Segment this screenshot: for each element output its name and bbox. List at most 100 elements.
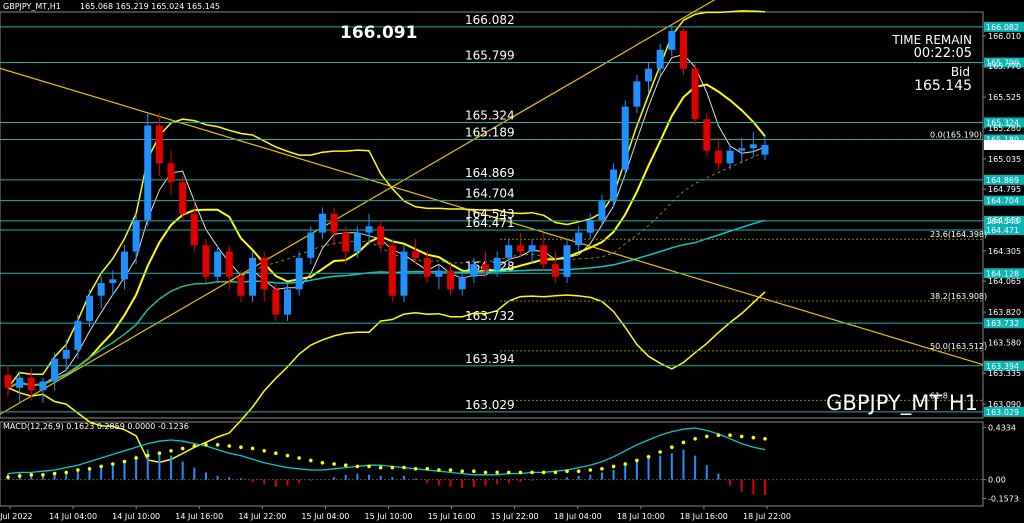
- x-tick-label: 14 Jul 04:00: [49, 512, 97, 521]
- candle-body: [505, 245, 513, 258]
- candle-body: [51, 358, 59, 382]
- macd-signal-dot: [495, 470, 499, 475]
- macd-signal-dot: [285, 453, 290, 458]
- candle-body: [563, 245, 571, 277]
- macd-signal-dot: [553, 470, 558, 475]
- candle-body: [738, 148, 746, 151]
- fib-label: 38.2(163.908): [930, 292, 987, 301]
- bid-label: Bid: [951, 65, 970, 79]
- level-tag-text: 164.704: [986, 197, 1019, 206]
- macd-signal-dot: [76, 468, 80, 472]
- level-label: 163.394: [465, 352, 515, 366]
- candle-body: [714, 150, 722, 164]
- y-tick-label: 165.280: [988, 124, 1021, 133]
- macd-signal-dot: [52, 471, 57, 476]
- level-label: 164.869: [465, 166, 515, 180]
- x-tick-label: 15 Jul 04:00: [301, 512, 349, 521]
- macd-signal-dot: [448, 468, 453, 472]
- candle-body: [190, 213, 198, 246]
- macd-signal-dot: [29, 473, 34, 477]
- macd-signal-dot: [646, 455, 651, 459]
- x-tick-label: 18 Jul 04:00: [554, 512, 602, 521]
- candle-body: [365, 226, 373, 233]
- x-tick-label: 15 Jul 10:00: [365, 512, 413, 521]
- macd-signal-dot: [250, 446, 255, 451]
- candle-body: [516, 245, 524, 252]
- candle-body: [342, 232, 350, 252]
- macd-signal-dot: [763, 437, 767, 441]
- candle-body: [703, 119, 711, 151]
- macd-signal-dot: [530, 470, 534, 475]
- macd-signal-dot: [99, 464, 103, 469]
- y-tick-label: 164.065: [988, 277, 1021, 286]
- y-tick-label: 164.305: [988, 247, 1021, 256]
- macd-signal-dot: [693, 437, 697, 441]
- candle-body: [249, 257, 257, 296]
- macd-signal-dot: [343, 463, 348, 468]
- x-tick-label: 15 Jul 16:00: [428, 512, 476, 521]
- level-label: 163.029: [465, 398, 515, 412]
- y-tick-label: 164.550: [988, 216, 1021, 225]
- candle-body: [633, 81, 641, 107]
- candle-body: [295, 257, 303, 290]
- macd-y-tick-label: -0.1573: [988, 494, 1019, 503]
- candle-body: [435, 270, 443, 277]
- candle-body: [575, 232, 583, 246]
- macd-signal-dot: [472, 469, 476, 474]
- level-tag-text: 163.029: [986, 408, 1019, 417]
- level-label: 163.732: [465, 309, 515, 323]
- macd-signal-dot: [588, 468, 593, 472]
- macd-signal-dot: [262, 449, 267, 453]
- level-tag-text: 163.732: [986, 319, 1019, 328]
- candle-body: [202, 245, 210, 277]
- macd-signal-dot: [437, 468, 441, 472]
- macd-signal-dot: [402, 465, 406, 470]
- y-tick-label: 164.795: [988, 185, 1021, 194]
- macd-signal-dot: [425, 467, 430, 471]
- macd-signal-dot: [192, 444, 197, 448]
- candle-body: [155, 125, 163, 164]
- macd-signal-dot: [180, 446, 185, 451]
- macd-signal-dot: [623, 462, 628, 466]
- candle-body: [447, 270, 455, 290]
- macd-signal-dot: [751, 435, 756, 440]
- level-tag-text: 164.869: [986, 176, 1019, 185]
- macd-signal-dot: [227, 444, 232, 448]
- candle-body: [481, 264, 489, 271]
- y-tick-label: 165.525: [988, 93, 1021, 102]
- level-label: 165.324: [465, 108, 515, 122]
- y-tick-label: 166.010: [988, 32, 1021, 41]
- bid-value: 165.145: [914, 78, 972, 94]
- y-tick-label: 165.770: [988, 62, 1021, 71]
- macd-y-tick-label: 0.4334: [988, 424, 1016, 433]
- candle-body: [551, 264, 559, 277]
- macd-signal-dot: [87, 467, 92, 471]
- macd-signal-dot: [17, 474, 22, 478]
- macd-signal-dot: [600, 467, 604, 471]
- candle-body: [761, 145, 769, 155]
- x-tick-label: 14 Jul 22:00: [238, 512, 286, 521]
- level-tag-text: 164.471: [986, 226, 1019, 235]
- candle-body: [598, 201, 606, 221]
- candle-body: [225, 251, 233, 277]
- macd-signal-dot: [134, 456, 138, 460]
- candle-body: [400, 251, 408, 296]
- macd-signal-dot: [6, 475, 10, 480]
- macd-signal-dot: [670, 445, 674, 450]
- candle-body: [74, 320, 82, 350]
- macd-signal-dot: [460, 469, 465, 474]
- macd-signal-dot: [681, 440, 686, 445]
- candle-body: [528, 245, 536, 252]
- chart-canvas: 166.082166.082165.799165.799165.324165.3…: [0, 0, 1024, 523]
- bid-marker-text: 165.145: [986, 141, 1019, 150]
- candle-body: [691, 68, 699, 120]
- x-tick-label: 15 Jul 22:00: [491, 512, 539, 521]
- candle-body: [318, 213, 326, 233]
- candle-body: [62, 349, 70, 359]
- macd-signal-dot: [157, 451, 162, 456]
- candle-body: [39, 381, 47, 391]
- candle-body: [377, 226, 385, 246]
- candle-body: [493, 257, 501, 271]
- candle-body: [388, 245, 396, 296]
- fib-label: 0.0(165.190): [930, 130, 982, 139]
